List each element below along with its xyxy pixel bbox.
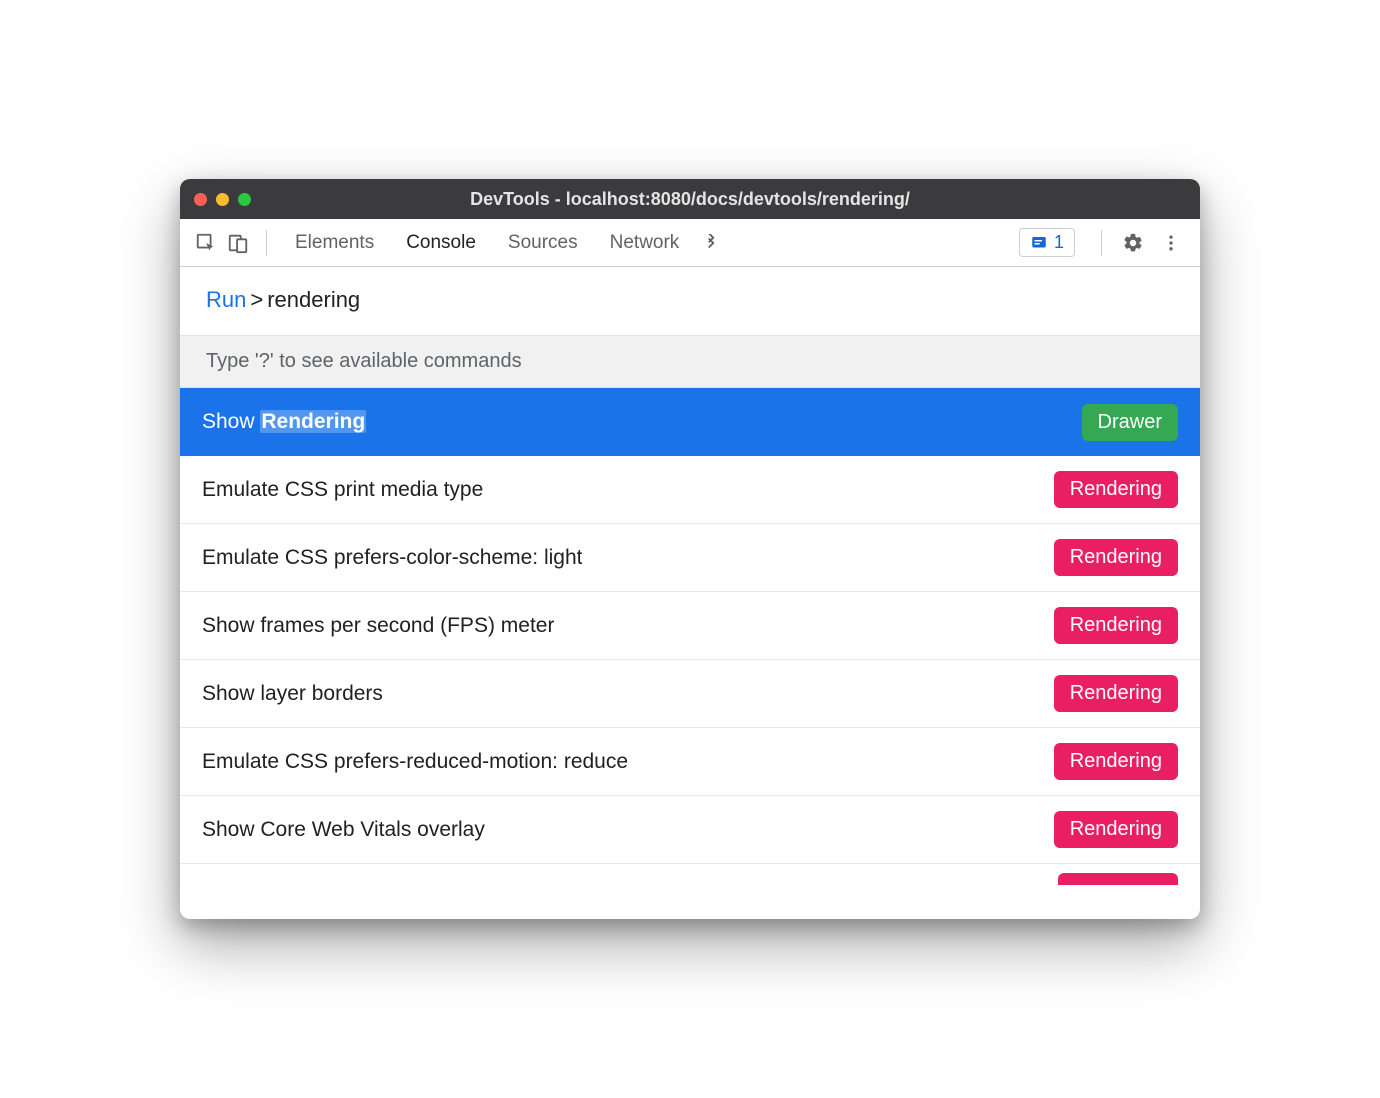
issues-icon (1030, 234, 1048, 252)
tab-elements[interactable]: Elements (281, 219, 388, 267)
command-input-value: rendering (267, 287, 360, 313)
devtools-window: DevTools - localhost:8080/docs/devtools/… (180, 179, 1200, 919)
command-result-item[interactable]: Emulate CSS print media type Rendering (180, 456, 1200, 524)
inspect-element-icon[interactable] (192, 229, 220, 257)
issues-count: 1 (1054, 232, 1064, 253)
tab-label: Console (406, 232, 476, 254)
result-label: Show Rendering (202, 410, 366, 434)
window-minimize-button[interactable] (216, 193, 229, 206)
device-toolbar-icon[interactable] (224, 229, 252, 257)
result-badge-rendering: Rendering (1054, 743, 1178, 780)
command-result-item[interactable]: Show Rendering Drawer (180, 388, 1200, 456)
window-title: DevTools - localhost:8080/docs/devtools/… (180, 189, 1200, 210)
toolbar-separator (266, 230, 267, 256)
result-label: Show layer borders (202, 682, 383, 706)
result-badge-rendering: Rendering (1054, 471, 1178, 508)
command-hint: Type '?' to see available commands (180, 336, 1200, 388)
result-label: Show Core Web Vitals overlay (202, 818, 485, 842)
command-result-partial (180, 864, 1200, 894)
titlebar: DevTools - localhost:8080/docs/devtools/… (180, 179, 1200, 219)
result-label: Show frames per second (FPS) meter (202, 614, 554, 638)
command-result-item[interactable]: Show layer borders Rendering (180, 660, 1200, 728)
result-badge-rendering: Rendering (1054, 811, 1178, 848)
command-result-item[interactable]: Show frames per second (FPS) meter Rende… (180, 592, 1200, 660)
command-result-item[interactable]: Emulate CSS prefers-color-scheme: light … (180, 524, 1200, 592)
command-menu: Run >rendering Type '?' to see available… (180, 267, 1200, 919)
tab-label: Network (610, 232, 680, 254)
kebab-icon (1161, 233, 1181, 253)
tab-label: Sources (508, 232, 578, 254)
main-toolbar: Elements Console Sources Network 1 (180, 219, 1200, 267)
more-tabs-icon[interactable] (697, 229, 725, 257)
result-badge-rendering: Rendering (1054, 539, 1178, 576)
result-badge-rendering: Rendering (1054, 607, 1178, 644)
result-label: Emulate CSS prefers-reduced-motion: redu… (202, 750, 628, 774)
tab-label: Elements (295, 232, 374, 254)
command-result-item[interactable]: Emulate CSS prefers-reduced-motion: redu… (180, 728, 1200, 796)
gear-icon (1122, 232, 1144, 254)
issues-badge[interactable]: 1 (1019, 228, 1075, 257)
result-badge-rendering (1058, 873, 1178, 885)
tab-sources[interactable]: Sources (494, 219, 592, 267)
traffic-lights (194, 193, 251, 206)
more-options-button[interactable] (1154, 226, 1188, 260)
command-prefix: > (250, 287, 263, 313)
tab-network[interactable]: Network (596, 219, 694, 267)
toolbar-separator (1101, 230, 1102, 256)
result-label: Emulate CSS print media type (202, 478, 483, 502)
result-badge-drawer: Drawer (1082, 404, 1178, 441)
command-run-label: Run (206, 287, 246, 313)
command-results: Show Rendering Drawer Emulate CSS print … (180, 388, 1200, 919)
command-input-row[interactable]: Run >rendering (180, 267, 1200, 336)
window-maximize-button[interactable] (238, 193, 251, 206)
settings-button[interactable] (1116, 226, 1150, 260)
tab-console[interactable]: Console (392, 219, 490, 267)
result-label: Emulate CSS prefers-color-scheme: light (202, 546, 582, 570)
result-badge-rendering: Rendering (1054, 675, 1178, 712)
command-result-item[interactable]: Show Core Web Vitals overlay Rendering (180, 796, 1200, 864)
window-close-button[interactable] (194, 193, 207, 206)
